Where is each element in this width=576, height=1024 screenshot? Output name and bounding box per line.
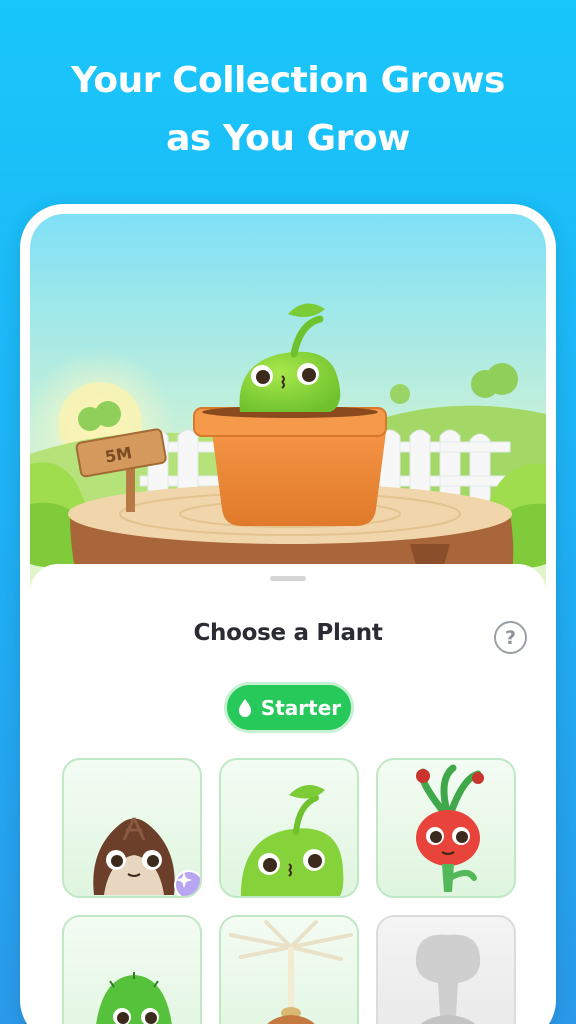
phone-frame: 5M Choose a Plant ? Starter (20, 204, 556, 1024)
flower-pot (193, 406, 387, 526)
plant-card-locked[interactable] (376, 915, 516, 1024)
app-screen: 5M Choose a Plant ? Starter (30, 214, 546, 1024)
radish-icon (416, 764, 484, 892)
plant-card-dandelion[interactable] (219, 915, 359, 1024)
help-button[interactable]: ? (494, 621, 527, 654)
green-sprout-icon (241, 785, 344, 896)
cactus-icon (96, 972, 172, 1024)
filter-chip-label: Starter (260, 695, 342, 720)
plant-card-radish[interactable] (376, 758, 516, 898)
plant-card-acorn[interactable] (62, 758, 202, 898)
headline-line-2: as You Grow (166, 118, 410, 159)
promo-headline: Your Collection Grows as You Grow (0, 52, 576, 168)
plant-card-cactus[interactable] (62, 915, 202, 1024)
water-drop-icon (238, 698, 251, 717)
locked-plant-silhouette-icon (415, 934, 481, 1024)
sparkle-icon (174, 870, 200, 896)
starter-filter-chip[interactable]: Starter (224, 682, 354, 733)
headline-line-1: Your Collection Grows (71, 60, 505, 101)
plant-picker-sheet: Choose a Plant ? Starter (30, 564, 546, 1024)
plant-card-green-sprout[interactable] (219, 758, 359, 898)
sheet-grabber[interactable] (270, 576, 306, 581)
dandelion-icon (229, 920, 353, 1024)
garden-scene: 5M (30, 214, 546, 614)
sheet-title: Choose a Plant (193, 620, 383, 646)
help-icon: ? (504, 626, 517, 649)
